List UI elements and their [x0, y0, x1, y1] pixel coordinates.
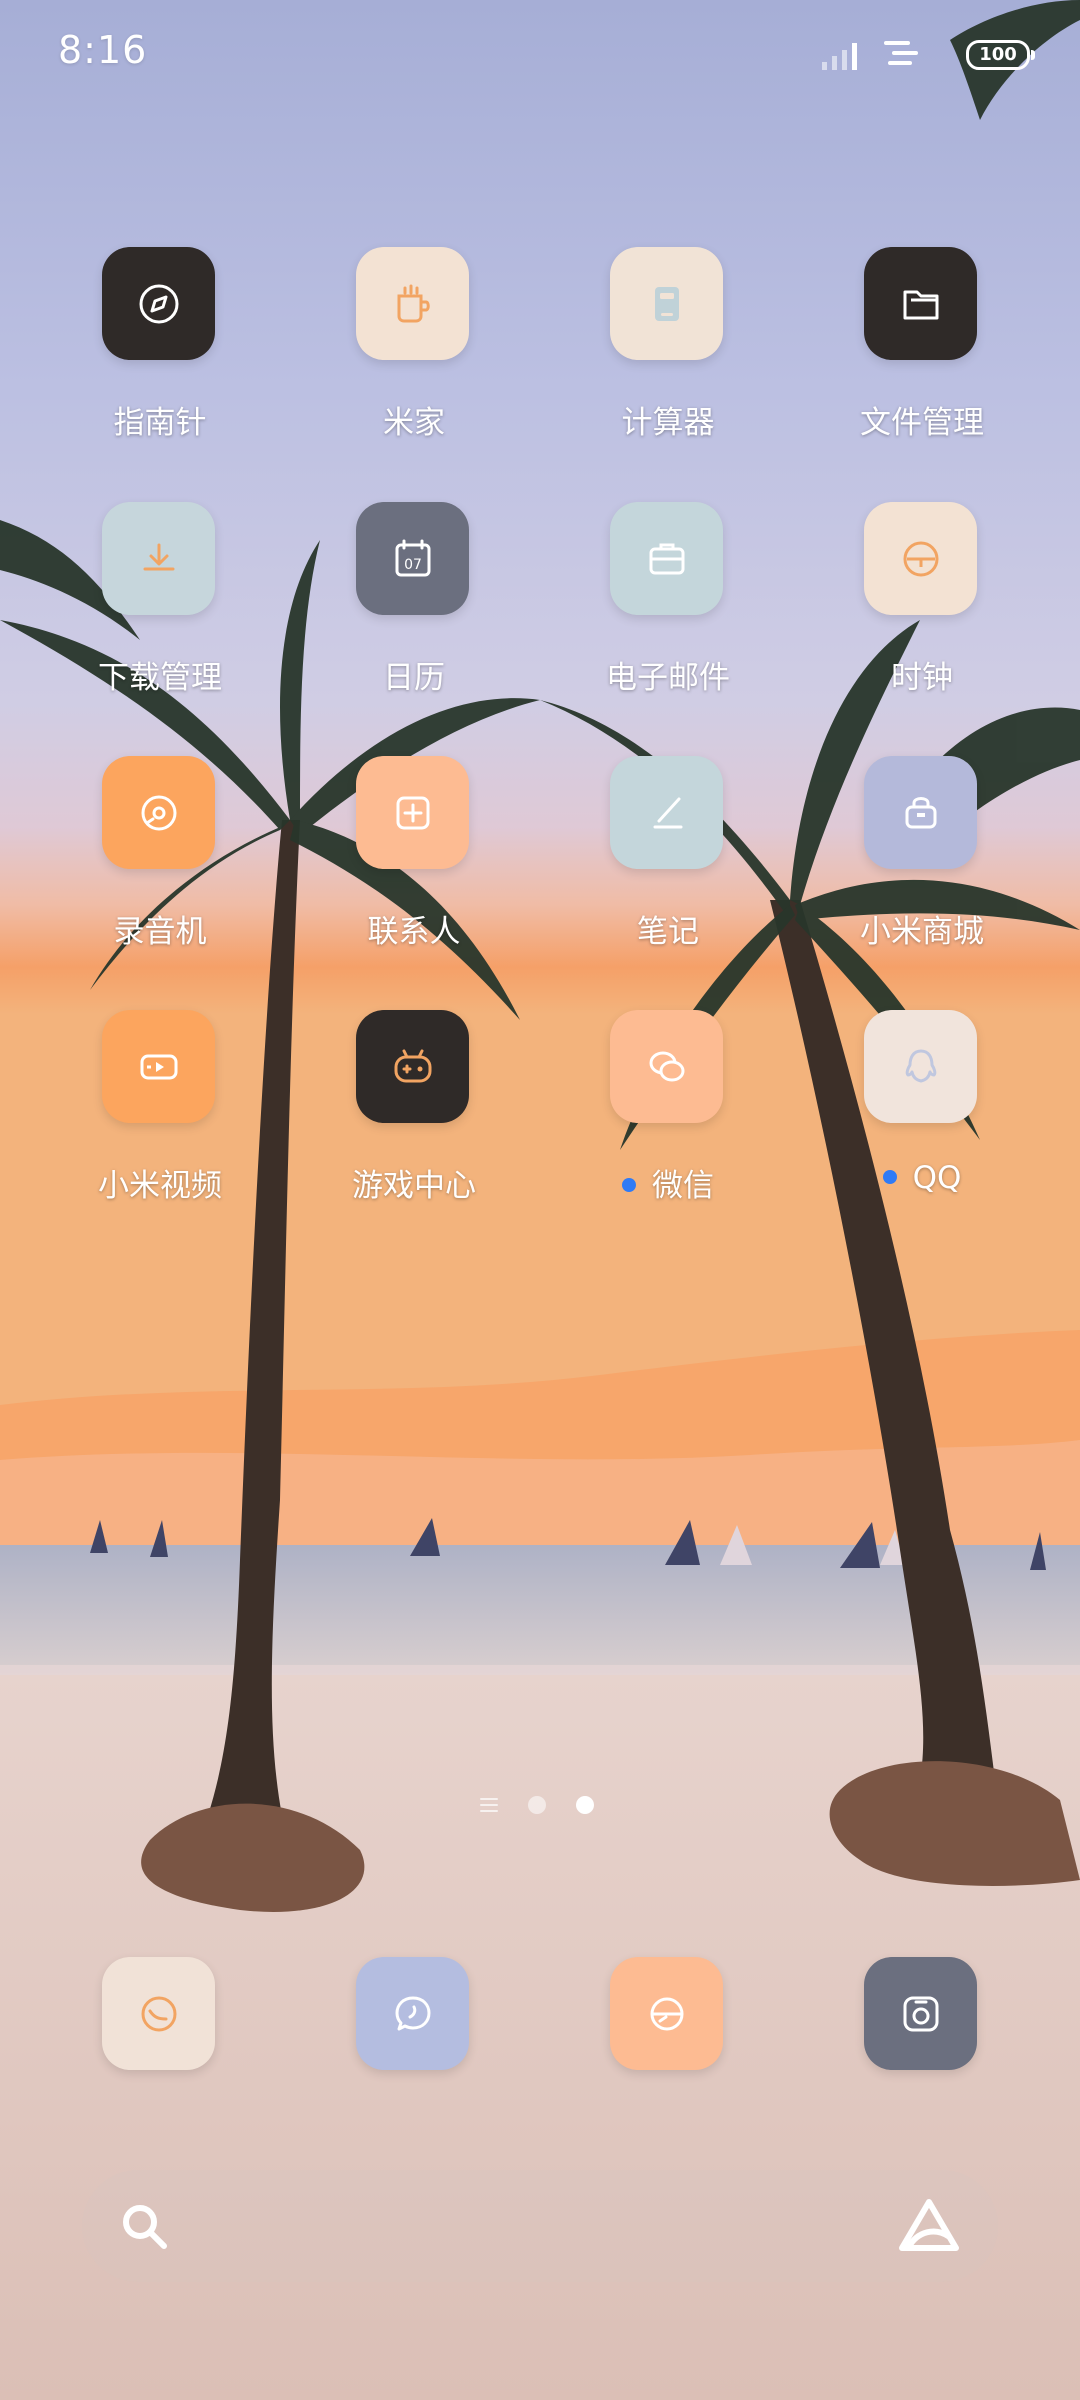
- app-mi-store[interactable]: 小米商城: [812, 756, 1032, 976]
- new-install-dot: [622, 1177, 636, 1192]
- mail-icon: [610, 502, 723, 615]
- phone-icon: [141, 1996, 176, 2031]
- dock-app-messages[interactable]: [356, 1957, 469, 2070]
- folder-icon: [864, 247, 977, 360]
- app-label: 微信: [652, 1168, 714, 1204]
- page-indicator[interactable]: [470, 1792, 610, 1820]
- page-dot-active: [576, 1796, 594, 1814]
- camera-icon: [903, 1996, 938, 2031]
- contacts-icon: [356, 756, 469, 869]
- app-grid: 指南针 米家 计算器 文件管理 下载管理 07 日历 电子邮件 时钟 录音机 联…: [0, 0, 1080, 1220]
- new-install-dot: [882, 1169, 897, 1184]
- app-label: 日历: [383, 660, 445, 696]
- wechat-icon: [610, 1010, 723, 1123]
- download-icon: [102, 502, 215, 615]
- app-label: 游戏中心: [352, 1168, 476, 1204]
- app-label: 计算器: [621, 405, 715, 441]
- app-contacts[interactable]: 联系人: [304, 756, 524, 976]
- app-mijia[interactable]: 米家: [304, 247, 524, 467]
- browser-icon: [650, 1997, 683, 2030]
- app-recorder[interactable]: 录音机: [50, 756, 270, 976]
- messages-icon: [395, 1996, 430, 2030]
- app-label: 下载管理: [98, 660, 222, 696]
- app-label: 电子邮件: [606, 660, 730, 696]
- clock-icon: [864, 502, 977, 615]
- dock-app-camera[interactable]: [864, 1957, 977, 2070]
- app-compass[interactable]: 指南针: [50, 247, 270, 467]
- notes-icon: [610, 756, 723, 869]
- app-label-row: 微信: [558, 1160, 778, 1205]
- app-calculator[interactable]: 计算器: [558, 247, 778, 467]
- assistant-icon[interactable]: [896, 2196, 962, 2256]
- dock: [0, 1950, 1080, 2080]
- app-clock[interactable]: 时钟: [812, 502, 1032, 722]
- app-label-row: QQ: [812, 1160, 1032, 1196]
- app-label: 录音机: [113, 914, 207, 950]
- recorder-icon: [102, 756, 215, 869]
- page-list-icon: [480, 1798, 498, 1812]
- game-icon: [356, 1010, 469, 1123]
- calendar-icon: 07: [356, 502, 469, 615]
- app-label: 小米商城: [860, 914, 984, 950]
- app-email[interactable]: 电子邮件: [558, 502, 778, 722]
- app-label: 时钟: [891, 660, 953, 696]
- app-label: 笔记: [637, 914, 699, 950]
- app-qq[interactable]: QQ: [812, 1010, 1032, 1230]
- app-label: 米家: [383, 405, 445, 441]
- qq-icon: [864, 1010, 977, 1123]
- app-label: 小米视频: [98, 1168, 222, 1204]
- app-wechat[interactable]: 微信: [558, 1010, 778, 1230]
- search-icon[interactable]: [118, 2200, 174, 2256]
- compass-icon: [102, 247, 215, 360]
- dock-app-phone[interactable]: [102, 1957, 215, 2070]
- calendar-day: 07: [404, 557, 422, 573]
- app-notes[interactable]: 笔记: [558, 756, 778, 976]
- video-icon: [102, 1010, 215, 1123]
- app-label: 文件管理: [860, 405, 984, 441]
- dock-app-browser[interactable]: [610, 1957, 723, 2070]
- app-mi-video[interactable]: 小米视频: [50, 1010, 270, 1230]
- calculator-icon: [610, 247, 723, 360]
- app-calendar[interactable]: 07 日历: [304, 502, 524, 722]
- search-bar[interactable]: [82, 2170, 998, 2282]
- mijia-icon: [356, 247, 469, 360]
- app-download-manager[interactable]: 下载管理: [50, 502, 270, 722]
- app-label: 联系人: [367, 914, 461, 950]
- page-dot: [528, 1796, 546, 1814]
- app-label: QQ: [912, 1160, 962, 1196]
- app-game-center[interactable]: 游戏中心: [304, 1010, 524, 1230]
- app-file-manager[interactable]: 文件管理: [812, 247, 1032, 467]
- app-label: 指南针: [113, 405, 207, 441]
- shop-icon: [864, 756, 977, 869]
